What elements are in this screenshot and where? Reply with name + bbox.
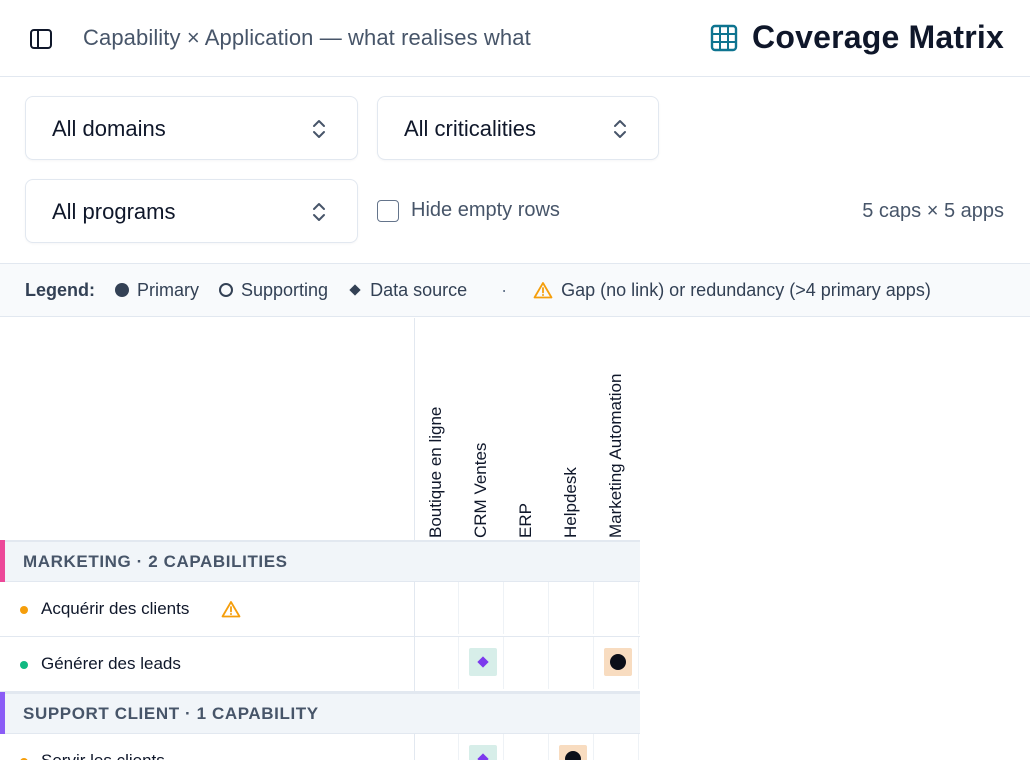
legend-bar: Legend: Primary Supporting Data source ·… xyxy=(0,263,1030,317)
legend-separator: · xyxy=(501,279,508,300)
capability-name: Acquérir des clients xyxy=(41,599,190,618)
matrix-cell[interactable] xyxy=(460,582,504,634)
data-source-mark xyxy=(469,745,497,760)
capability-name: Servir les clients xyxy=(41,751,165,760)
domain-filter-select[interactable]: All domains xyxy=(25,96,358,160)
group-color-bar xyxy=(0,692,5,734)
filled-circle-icon xyxy=(565,751,581,760)
group-row[interactable]: SUPPORT CLIENT · 1 CAPABILITY xyxy=(0,692,640,734)
matrix-size-count: 5 caps × 5 apps xyxy=(862,200,1004,222)
table-grid-icon xyxy=(710,24,738,52)
matrix-cell[interactable] xyxy=(460,637,504,689)
matrix-cell[interactable] xyxy=(595,582,639,634)
column-header-label: Boutique en ligne xyxy=(425,406,445,538)
data-source-mark xyxy=(469,648,497,676)
diamond-icon xyxy=(477,753,489,760)
criticality-dot xyxy=(20,606,28,614)
primary-mark xyxy=(604,648,632,676)
hide-empty-rows-label: Hide empty rows xyxy=(411,199,560,221)
chevron-up-down-icon xyxy=(313,203,325,221)
program-filter-select[interactable]: All programs xyxy=(25,179,358,243)
legend-primary: Primary xyxy=(115,280,199,301)
domain-filter-value: All domains xyxy=(52,116,166,141)
capability-row[interactable]: Acquérir des clients xyxy=(0,582,640,637)
matrix-cell[interactable] xyxy=(505,582,549,634)
group-row[interactable]: MARKETING · 2 CAPABILITIES xyxy=(0,540,640,582)
matrix-cell[interactable] xyxy=(595,734,639,760)
column-header-app[interactable]: ERP xyxy=(505,318,550,538)
column-header-label: Helpdesk xyxy=(560,467,580,538)
capability-row[interactable]: Générer des leads xyxy=(0,637,640,692)
column-header-app[interactable]: Marketing Automation xyxy=(595,318,640,538)
column-header-label: Marketing Automation xyxy=(605,373,625,538)
matrix-cell[interactable] xyxy=(505,637,549,689)
program-filter-value: All programs xyxy=(52,199,176,224)
hollow-circle-icon xyxy=(219,283,233,297)
column-header-label: ERP xyxy=(515,503,535,538)
diamond-icon xyxy=(349,284,361,296)
legend-data-source: Data source xyxy=(348,280,467,301)
column-header-app[interactable]: Helpdesk xyxy=(550,318,595,538)
matrix-cell[interactable] xyxy=(550,734,594,760)
sidebar-panel-icon xyxy=(30,29,52,49)
warning-icon xyxy=(533,282,553,299)
capability-name: Générer des leads xyxy=(41,654,181,673)
column-header-app[interactable]: Boutique en ligne xyxy=(415,318,460,538)
matrix-cell[interactable] xyxy=(460,734,504,760)
group-color-bar xyxy=(0,540,5,582)
legend-supporting: Supporting xyxy=(219,280,328,301)
column-header-app[interactable]: CRM Ventes xyxy=(460,318,505,538)
sidebar-toggle-button[interactable] xyxy=(26,24,56,54)
title-group: Coverage Matrix xyxy=(710,19,1004,56)
matrix-cell[interactable] xyxy=(415,734,459,760)
application-headers: Boutique en ligne CRM Ventes ERP Helpdesk Ma… xyxy=(0,318,640,540)
legend-primary-label: Primary xyxy=(137,279,199,300)
matrix-cell[interactable] xyxy=(505,734,549,760)
primary-mark xyxy=(559,745,587,760)
column-header-label: CRM Ventes xyxy=(470,442,490,538)
page-title: Coverage Matrix xyxy=(752,19,1004,55)
matrix-cell[interactable] xyxy=(415,637,459,689)
matrix-cell[interactable] xyxy=(415,582,459,634)
diamond-icon xyxy=(477,656,489,668)
legend-data-source-label: Data source xyxy=(370,279,468,300)
legend-title: Legend: xyxy=(25,279,95,300)
criticality-filter-value: All criticalities xyxy=(404,116,537,141)
criticality-dot xyxy=(20,661,28,669)
chevron-up-down-icon xyxy=(313,120,325,138)
hide-empty-rows-checkbox[interactable] xyxy=(377,199,399,222)
top-bar: Capability × Application — what realises… xyxy=(0,0,1030,77)
capability-row[interactable]: Servir les clients xyxy=(0,734,640,760)
matrix-cell[interactable] xyxy=(595,637,639,689)
matrix-cell[interactable] xyxy=(550,582,594,634)
criticality-filter-select[interactable]: All criticalities xyxy=(377,96,659,160)
group-label: SUPPORT CLIENT · 1 CAPABILITY xyxy=(23,704,319,723)
breadcrumb: Capability × Application — what realises… xyxy=(83,25,531,50)
filled-circle-icon xyxy=(610,654,626,670)
matrix-cell[interactable] xyxy=(550,637,594,689)
legend-gap-label: Gap (no link) or redundancy (>4 primary … xyxy=(561,279,931,300)
warning-icon xyxy=(221,601,241,618)
filled-circle-icon xyxy=(115,283,129,297)
legend-supporting-label: Supporting xyxy=(241,279,329,300)
hide-empty-rows-toggle[interactable]: Hide empty rows xyxy=(377,199,560,222)
chevron-up-down-icon xyxy=(614,120,626,138)
legend-gap: Gap (no link) or redundancy (>4 primary … xyxy=(533,280,931,301)
group-label: MARKETING · 2 CAPABILITIES xyxy=(23,552,288,571)
